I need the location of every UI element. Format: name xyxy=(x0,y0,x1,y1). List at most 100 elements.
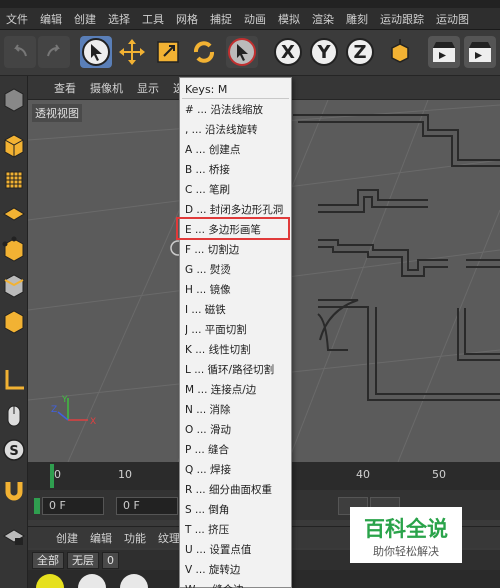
menu-mesh[interactable]: 网格 xyxy=(170,11,204,27)
context-item-subdivision-weight[interactable]: R ... 细分曲面权重 xyxy=(185,480,291,500)
left-tool-palette: S xyxy=(0,76,28,588)
frame-marker xyxy=(34,498,40,514)
y-axis-label: Y xyxy=(316,42,331,63)
menu-file[interactable]: 文件 xyxy=(0,11,34,27)
menu-animate[interactable]: 动画 xyxy=(238,11,272,27)
magnet-icon[interactable] xyxy=(2,476,26,504)
main-menu-bar: 文件 编辑 创建 选择 工具 网格 捕捉 动画 模拟 渲染 雕刻 运动跟踪 运动… xyxy=(0,8,500,30)
context-item-stitch[interactable]: P ... 缝合 xyxy=(185,440,291,460)
axis-gizmo-y: Y xyxy=(61,395,68,405)
context-item-stitch-edge[interactable]: W ... 缝合边 xyxy=(185,580,291,588)
material-menu-function[interactable]: 功能 xyxy=(124,530,146,546)
context-item-bridge[interactable]: B ... 桥接 xyxy=(185,160,291,180)
tweak-mode-icon[interactable] xyxy=(2,402,26,430)
material-menu-edit[interactable]: 编辑 xyxy=(90,530,112,546)
axis-gizmo: Y X Z xyxy=(51,395,96,427)
context-item-dissolve[interactable]: N ... 消除 xyxy=(185,400,291,420)
menu-create[interactable]: 创建 xyxy=(68,11,102,27)
context-item-iron[interactable]: G ... 熨烫 xyxy=(185,260,291,280)
undo-icon[interactable] xyxy=(4,36,36,68)
material-menu-create[interactable]: 创建 xyxy=(56,530,78,546)
axis-gizmo-x: X xyxy=(90,417,96,427)
context-item-extrude[interactable]: T ... 挤压 xyxy=(185,520,291,540)
watermark-title: 百科全说 xyxy=(364,517,448,541)
context-item-mirror[interactable]: H ... 镜像 xyxy=(185,280,291,300)
start-frame-field[interactable]: 0 F xyxy=(42,497,104,515)
timeline-tick-40: 40 xyxy=(356,468,370,481)
live-select-icon[interactable] xyxy=(226,36,258,68)
viewport-menu-camera[interactable]: 摄像机 xyxy=(90,80,123,96)
render-view-icon[interactable] xyxy=(428,36,460,68)
context-item-set-point-value[interactable]: U ... 设置点值 xyxy=(185,540,291,560)
context-item-spin-edge[interactable]: V ... 旋转边 xyxy=(185,560,291,580)
x-axis-icon[interactable]: X xyxy=(272,36,304,68)
points-mode-icon[interactable] xyxy=(2,236,26,264)
context-item-weld[interactable]: Q ... 焊接 xyxy=(185,460,291,480)
main-toolbar: X Y Z xyxy=(0,30,500,76)
context-menu-divider xyxy=(182,98,289,99)
timeline-tick-10: 10 xyxy=(118,468,132,481)
material-swatch-white[interactable] xyxy=(78,574,106,588)
render-icon[interactable] xyxy=(464,36,496,68)
menu-edit[interactable]: 编辑 xyxy=(34,11,68,27)
menu-mograph[interactable]: 运动图 xyxy=(430,11,475,27)
context-item-brush[interactable]: C ... 笔刷 xyxy=(185,180,291,200)
context-item-magnet[interactable]: I ... 磁铁 xyxy=(185,300,291,320)
rotate-icon[interactable] xyxy=(188,36,220,68)
material-swatch-yellow[interactable] xyxy=(36,574,64,588)
material-swatch-white-2[interactable] xyxy=(120,574,148,588)
scale-icon[interactable] xyxy=(152,36,184,68)
timeline-tick-0: 0 xyxy=(54,468,61,481)
filter-no-layer-button[interactable]: 无层 xyxy=(67,551,99,569)
svg-text:S: S xyxy=(9,444,18,459)
axis-gizmo-z: Z xyxy=(51,405,57,415)
context-item-loop-path-cut[interactable]: L ... 循环/路径切割 xyxy=(185,360,291,380)
context-item-plane-cut[interactable]: J ... 平面切割 xyxy=(185,320,291,340)
y-axis-icon[interactable]: Y xyxy=(308,36,340,68)
menu-select[interactable]: 选择 xyxy=(102,11,136,27)
context-item-slide[interactable]: O ... 滑动 xyxy=(185,420,291,440)
lock-workplane-icon[interactable] xyxy=(2,522,26,550)
edges-mode-icon[interactable] xyxy=(2,272,26,300)
material-menu-texture[interactable]: 纹理 xyxy=(158,530,180,546)
context-item-connect-points-edges[interactable]: M ... 连接点/边 xyxy=(185,380,291,400)
context-item-rotate-along-normal[interactable]: , ... 沿法线旋转 xyxy=(185,120,291,140)
context-item-edge-cut[interactable]: F ... 切割边 xyxy=(185,240,291,260)
timeline-tick-50: 50 xyxy=(432,468,446,481)
menu-sculpt[interactable]: 雕刻 xyxy=(340,11,374,27)
highlight-box xyxy=(176,217,290,240)
z-axis-icon[interactable]: Z xyxy=(344,36,376,68)
menu-simulate[interactable]: 模拟 xyxy=(272,11,306,27)
context-item-scale-along-normal[interactable]: # ... 沿法线缩放 xyxy=(185,100,291,120)
axis-mode-icon[interactable] xyxy=(2,366,26,394)
model-mode-icon[interactable] xyxy=(2,86,26,114)
x-axis-label: X xyxy=(281,42,295,63)
filter-all-button[interactable]: 全部 xyxy=(32,551,64,569)
context-item-bevel[interactable]: S ... 倒角 xyxy=(185,500,291,520)
viewport-label: 透视视图 xyxy=(32,104,82,122)
z-axis-label: Z xyxy=(353,42,366,63)
workplane-icon[interactable] xyxy=(2,200,26,228)
watermark-logo: 百科全说 助你轻松解决 xyxy=(350,507,462,563)
object-mode-icon[interactable] xyxy=(2,132,26,160)
context-item-create-point[interactable]: A ... 创建点 xyxy=(185,140,291,160)
menu-tools[interactable]: 工具 xyxy=(136,11,170,27)
viewport-menu-view[interactable]: 查看 xyxy=(54,80,76,96)
menu-render[interactable]: 渲染 xyxy=(306,11,340,27)
context-item-line-cut[interactable]: K ... 线性切割 xyxy=(185,340,291,360)
mesh-shortcut-context-menu: Keys: M # ... 沿法线缩放 , ... 沿法线旋转 A ... 创建… xyxy=(179,77,292,588)
menu-motion-tracking[interactable]: 运动跟踪 xyxy=(374,11,430,27)
snap-icon[interactable]: S xyxy=(2,436,26,464)
select-icon[interactable] xyxy=(80,36,112,68)
window-title-bar xyxy=(0,0,500,8)
context-menu-header: Keys: M xyxy=(185,83,228,96)
polygons-mode-icon[interactable] xyxy=(2,308,26,336)
menu-snap[interactable]: 捕捉 xyxy=(204,11,238,27)
coordinate-icon[interactable] xyxy=(384,36,416,68)
move-icon[interactable] xyxy=(116,36,148,68)
redo-icon[interactable] xyxy=(38,36,70,68)
current-frame-field[interactable]: 0 F xyxy=(116,497,178,515)
filter-layer-zero-button[interactable]: 0 xyxy=(102,551,119,569)
viewport-menu-display[interactable]: 显示 xyxy=(137,80,159,96)
texture-mode-icon[interactable] xyxy=(2,166,26,194)
